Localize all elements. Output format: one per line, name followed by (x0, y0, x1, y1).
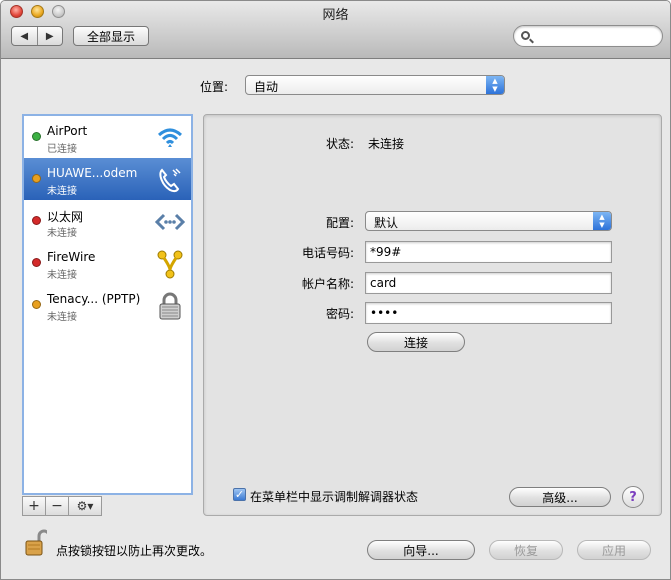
service-detail-pane: 状态: 未连接 配置: 默认 ▲ ▼ 电话号码: *99# 帐户名称: card … (203, 114, 662, 516)
service-name: FireWire (47, 250, 96, 264)
popup-arrows-icon: ▲ ▼ (486, 76, 504, 94)
apply-button[interactable]: 应用 (577, 540, 651, 560)
phone-number-label: 电话号码: (301, 246, 354, 260)
network-preferences-window: 网络 ◀ ▶ 全部显示 位置: 自动 ▲ ▼ AirPort 已连接 HUAWE… (0, 0, 671, 580)
search-field[interactable] (513, 25, 663, 47)
advanced-button[interactable]: 高级... (509, 487, 611, 507)
window-title: 网络 (322, 8, 349, 23)
back-forward-control: ◀ ▶ (11, 26, 63, 46)
service-name: Tenacy... (PPTP) (47, 292, 141, 306)
show-all-button[interactable]: 全部显示 (73, 26, 149, 46)
service-status: 已连接 (47, 144, 77, 155)
phone-number-field[interactable]: *99# (365, 241, 612, 263)
remove-service-button[interactable]: − (45, 496, 69, 516)
connect-button[interactable]: 连接 (367, 332, 465, 352)
ethernet-icon (155, 213, 185, 231)
wifi-icon (157, 128, 183, 147)
status-dot (32, 174, 41, 183)
popup-arrows-icon: ▲ ▼ (593, 212, 611, 230)
service-name: AirPort (47, 124, 88, 138)
title-toolbar: 网络 ◀ ▶ 全部显示 (1, 1, 670, 59)
phone-number-value: *99# (370, 245, 402, 259)
service-item-ethernet[interactable]: 以太网 未连接 (24, 200, 191, 242)
forward-button[interactable]: ▶ (36, 27, 63, 45)
add-service-button[interactable]: + (22, 496, 46, 516)
status-dot (32, 300, 41, 309)
service-list: AirPort 已连接 HUAWE...odem 未连接 以太网 未连接 Fir… (22, 114, 193, 495)
configuration-popup[interactable]: 默认 ▲ ▼ (365, 211, 612, 231)
show-modem-status-checkbox[interactable]: ✓ (233, 488, 246, 501)
search-icon (521, 31, 530, 40)
service-status: 未连接 (47, 228, 77, 239)
password-field[interactable]: •••• (365, 302, 612, 324)
status-dot (32, 132, 41, 141)
service-status: 未连接 (47, 312, 77, 323)
configuration-value: 默认 (374, 216, 399, 230)
service-item-airport[interactable]: AirPort 已连接 (24, 116, 191, 158)
location-popup[interactable]: 自动 ▲ ▼ (245, 75, 505, 95)
account-name-value: card (370, 276, 397, 290)
password-value: •••• (370, 306, 399, 320)
service-status: 未连接 (47, 186, 77, 197)
lock-hint-text: 点按锁按钮以防止再次更改。 (56, 544, 213, 558)
gear-action-menu-button[interactable]: ⚙▾ (68, 496, 102, 516)
service-item-vpn-pptp[interactable]: Tenacy... (PPTP) 未连接 (24, 284, 191, 326)
status-dot (32, 216, 41, 225)
configuration-label: 配置: (325, 216, 354, 230)
status-dot (32, 258, 41, 267)
location-value: 自动 (254, 80, 279, 94)
location-label: 位置: (200, 80, 229, 94)
account-name-label: 帐户名称: (301, 277, 354, 291)
account-name-field[interactable]: card (365, 272, 612, 294)
status-label: 状态: (325, 137, 354, 151)
vpn-lock-icon (159, 292, 181, 320)
service-item-firewire[interactable]: FireWire 未连接 (24, 242, 191, 284)
revert-button[interactable]: 恢复 (489, 540, 563, 560)
back-button[interactable]: ◀ (12, 27, 37, 45)
lock-icon[interactable] (25, 529, 47, 557)
assist-me-button[interactable]: 向导... (367, 540, 475, 560)
service-name: HUAWE...odem (47, 166, 138, 180)
help-button[interactable]: ? (622, 486, 644, 508)
service-name: 以太网 (47, 210, 84, 224)
service-list-toolbar: + − ⚙▾ (22, 496, 193, 516)
show-modem-status-label: 在菜单栏中显示调制解调器状态 (250, 490, 419, 504)
phone-modem-icon (159, 168, 181, 193)
service-item-huawei-modem[interactable]: HUAWE...odem 未连接 (24, 158, 191, 200)
service-status: 未连接 (47, 270, 77, 281)
password-label: 密码: (325, 307, 354, 321)
firewire-icon (157, 250, 183, 279)
status-value: 未连接 (368, 137, 405, 151)
